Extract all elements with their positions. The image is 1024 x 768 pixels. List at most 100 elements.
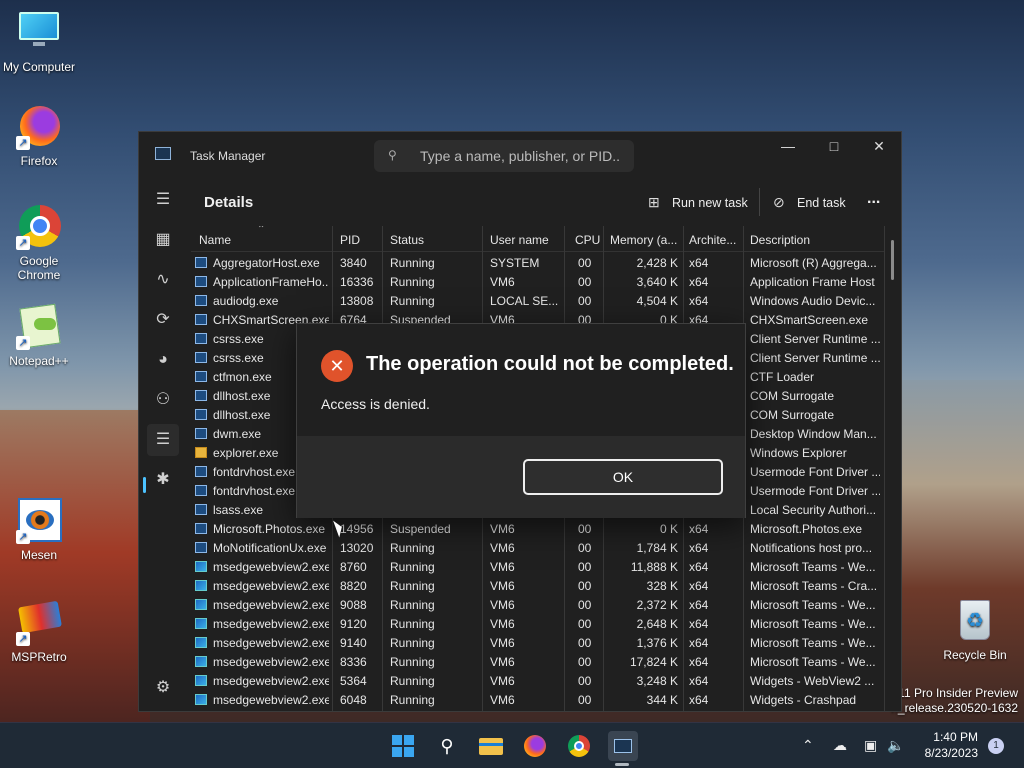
window-title: Task Manager — [190, 149, 266, 163]
process-icon — [195, 352, 207, 363]
notification-badge[interactable]: 1 — [988, 738, 1004, 754]
cell-arch: x64 — [689, 256, 709, 270]
cell-status: Running — [390, 275, 435, 289]
table-row[interactable]: AggregatorHost.exe 3840 Running SYSTEM 00 2,4… — [191, 253, 885, 272]
cell-user: VM6 — [490, 636, 515, 650]
column-header-pid[interactable]: PID — [340, 233, 360, 247]
cell-status: Suspended — [390, 522, 451, 536]
cell-user: VM6 — [490, 598, 515, 612]
cell-user: LOCAL SE... — [490, 294, 559, 308]
column-header-user-name[interactable]: User name — [490, 233, 549, 247]
column-header-description[interactable]: Description — [750, 233, 810, 247]
column-header-status[interactable]: Status — [390, 233, 424, 247]
title-bar[interactable]: Task Manager ⚲ — □ ✕ — [139, 132, 901, 178]
network-icon[interactable]: ▣ — [864, 737, 877, 754]
chrome-icon: ↗ — [16, 204, 62, 250]
maximize-button[interactable]: □ — [811, 132, 857, 162]
dialog-message: Access is denied. — [321, 396, 430, 412]
cell-desc: Application Frame Host — [750, 275, 875, 289]
show-hidden-icons-chevron-icon[interactable]: ⌃ — [802, 737, 814, 754]
performance-icon[interactable]: ∿ — [147, 264, 179, 296]
table-row[interactable]: msedgewebview2.exe 8760 Running VM6 00 11,888… — [191, 557, 885, 576]
table-row[interactable]: MoNotificationUx.exe 13020 Running VM6 00 1,7… — [191, 538, 885, 557]
cell-pid: 5364 — [340, 674, 367, 688]
vertical-scrollbar-thumb[interactable] — [891, 240, 894, 280]
table-row[interactable]: ApplicationFrameHo... 16336 Running VM6 00 3,… — [191, 272, 885, 291]
cell-mem: 344 K — [646, 693, 678, 707]
cell-cpu: 00 — [578, 693, 592, 707]
minimize-button[interactable]: — — [765, 132, 811, 162]
table-row[interactable]: msedgewebview2.exe 6048 Running VM6 00 344 K x… — [191, 690, 885, 709]
search-input[interactable] — [420, 146, 620, 166]
shortcut-arrow-icon: ↗ — [16, 236, 30, 250]
desktop-icon-notepadpp[interactable]: ↗ Notepad++ — [0, 303, 79, 368]
process-icon — [195, 390, 207, 401]
column-header-name[interactable]: Name — [199, 233, 231, 247]
clock[interactable]: 1:40 PM 8/23/2023 — [916, 729, 978, 761]
cell-status: Running — [390, 655, 435, 669]
startup-apps-icon[interactable]: ◕ — [147, 344, 179, 376]
details-icon[interactable]: ☰ — [147, 424, 179, 456]
table-row[interactable]: Microsoft.Photos.exe 14956 Suspended VM6 00 0… — [191, 519, 885, 538]
start-windows-icon[interactable] — [388, 731, 418, 761]
desktop-icon-mspretro[interactable]: ↗ MSPRetro — [0, 600, 79, 664]
desktop-icon-my-computer[interactable]: My Computer — [0, 10, 79, 74]
cell-cpu: 00 — [578, 579, 592, 593]
cell-cpu: 00 — [578, 294, 592, 308]
firefox-icon[interactable] — [520, 731, 550, 761]
column-header-memory[interactable]: Memory (a... — [610, 233, 677, 247]
desktop-icon-mesen[interactable]: ↗ Mesen — [0, 498, 79, 562]
column-header-architecture[interactable]: Archite... — [689, 233, 736, 247]
desktop-icon-chrome[interactable]: ↗ Google Chrome — [0, 204, 79, 282]
edge-webview-process-icon — [195, 694, 207, 705]
cell-cpu: 00 — [578, 560, 592, 574]
task-manager-icon[interactable] — [608, 731, 638, 761]
ok-button[interactable]: OK — [523, 459, 723, 495]
process-icon — [195, 542, 207, 553]
more-options-button[interactable]: ... — [867, 190, 880, 208]
edge-webview-process-icon — [195, 561, 207, 572]
table-row[interactable]: msedgewebview2.exe 9088 Running VM6 00 2,372 … — [191, 595, 885, 614]
cell-desc: Notifications host pro... — [750, 541, 873, 555]
shortcut-arrow-icon: ↗ — [16, 632, 30, 646]
folder-process-icon — [195, 447, 207, 458]
process-icon — [195, 371, 207, 382]
desktop-icon-recycle-bin[interactable]: ♻ Recycle Bin — [935, 598, 1015, 662]
cell-user: VM6 — [490, 275, 515, 289]
cell-cpu: 00 — [578, 256, 592, 270]
close-button[interactable]: ✕ — [856, 132, 902, 162]
table-row[interactable]: msedgewebview2.exe 8820 Running VM6 00 328 K x… — [191, 576, 885, 595]
cell-desc: Desktop Window Man... — [750, 427, 877, 441]
cloud-offline-icon[interactable]: ☁ — [833, 737, 847, 754]
services-icon[interactable]: ✱ — [147, 464, 179, 496]
search-icon[interactable]: ⚲ — [432, 731, 462, 761]
users-icon[interactable]: ⚇ — [147, 384, 179, 416]
app-history-icon[interactable]: ⟳ — [147, 304, 179, 336]
cell-desc: Microsoft Teams - We... — [750, 655, 876, 669]
settings-gear-icon[interactable]: ⚙ — [147, 672, 179, 704]
end-task-button[interactable]: ⊘ End task — [773, 194, 846, 211]
table-row[interactable]: audiodg.exe 13808 Running LOCAL SE... 00 4,50… — [191, 291, 885, 310]
cell-desc: CTF Loader — [750, 370, 815, 384]
run-new-task-button[interactable]: ⊞ Run new task — [648, 194, 748, 211]
cell-desc: Microsoft (R) Aggrega... — [750, 256, 877, 270]
chrome-icon[interactable] — [564, 731, 594, 761]
file-explorer-icon[interactable] — [476, 731, 506, 761]
search-box[interactable]: ⚲ — [374, 140, 634, 172]
table-row[interactable]: msedgewebview2.exe 8336 Running VM6 00 17,824… — [191, 652, 885, 671]
edge-webview-process-icon — [195, 618, 207, 629]
cell-arch: x64 — [689, 655, 709, 669]
column-header-cpu[interactable]: CPU — [575, 233, 600, 247]
desktop-icon-firefox[interactable]: ↗ Firefox — [0, 104, 79, 168]
table-row[interactable]: msedgewebview2.exe 9120 Running VM6 00 2,648 … — [191, 614, 885, 633]
volume-icon[interactable]: 🔈 — [887, 737, 904, 754]
cell-status: Running — [390, 560, 435, 574]
hamburger-menu-icon[interactable]: ☰ — [147, 184, 179, 216]
processes-icon[interactable]: ▦ — [147, 224, 179, 256]
desktop-icon-label: Mesen — [20, 548, 58, 562]
cell-arch: x64 — [689, 541, 709, 555]
process-icon — [195, 485, 207, 496]
table-row[interactable]: msedgewebview2.exe 9140 Running VM6 00 1,376 … — [191, 633, 885, 652]
table-row[interactable]: msedgewebview2.exe 5364 Running VM6 00 3,248 … — [191, 671, 885, 690]
navigation-sidebar: ☰ ▦ ∿ ⟳ ◕ ⚇ ☰ ✱ ⚙ — [139, 178, 187, 713]
